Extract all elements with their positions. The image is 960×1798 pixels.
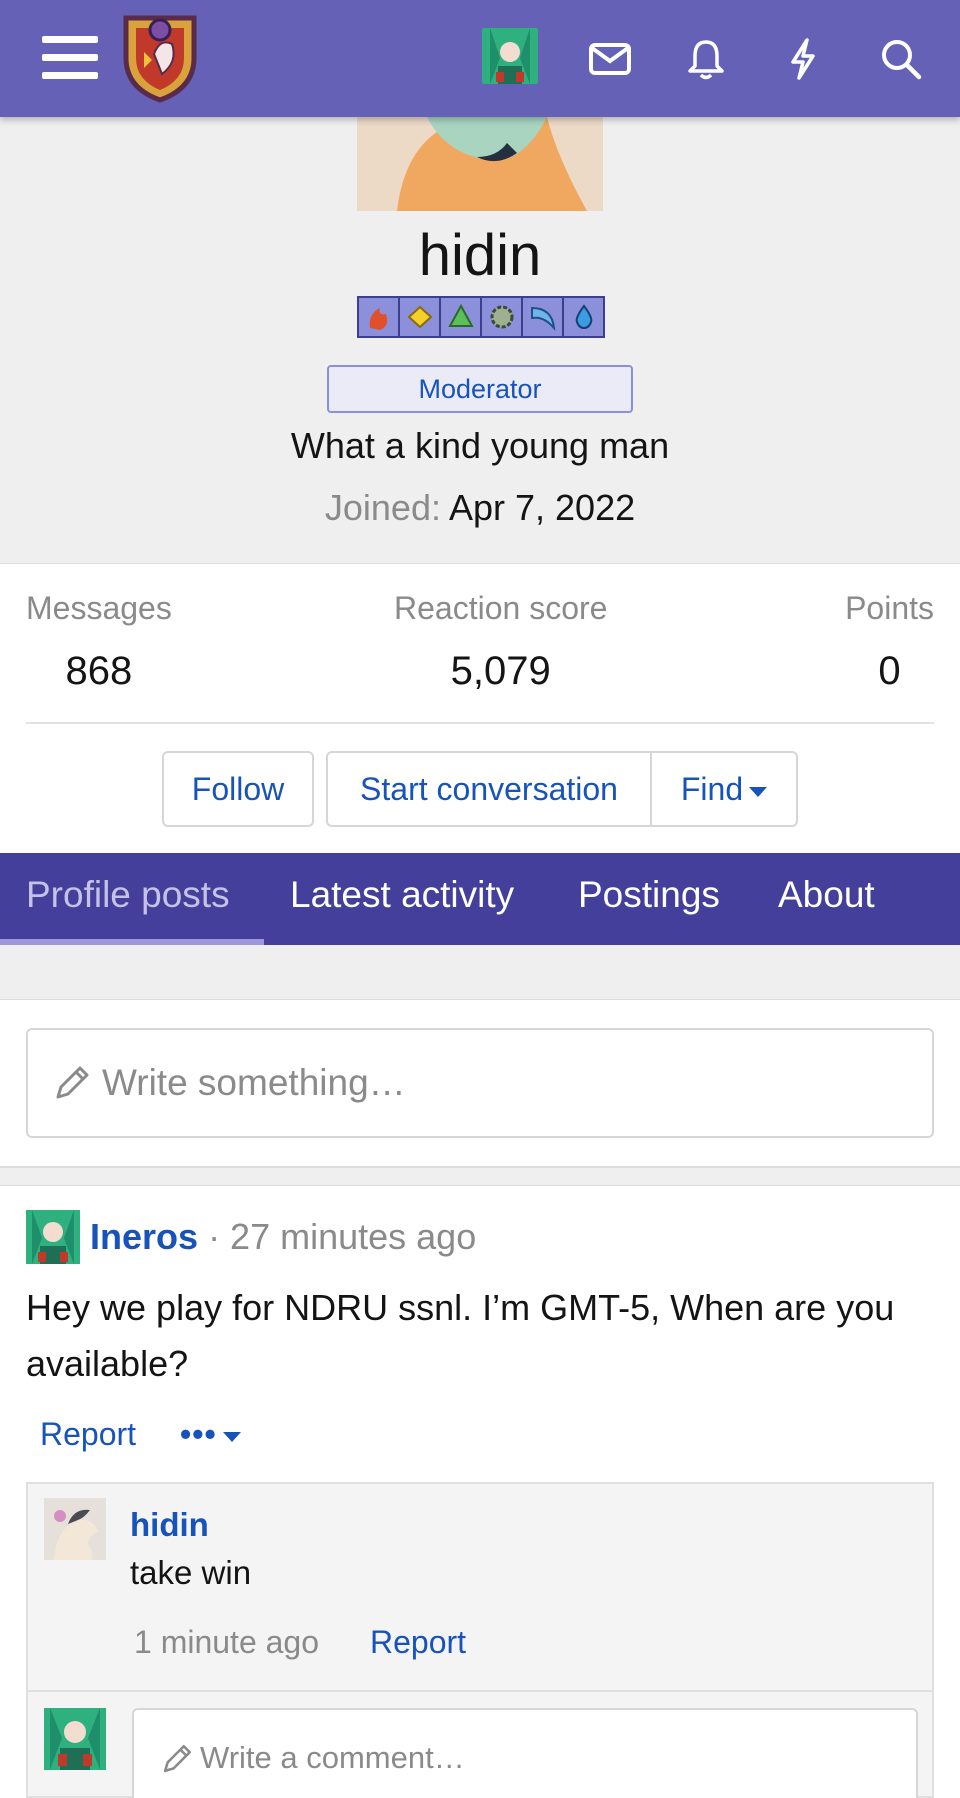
grass-badge-icon [439, 296, 482, 338]
write-comment-input[interactable]: Write a comment… [132, 1708, 918, 1798]
menu-icon[interactable] [14, 18, 98, 100]
comment-author-avatar[interactable] [44, 1498, 106, 1560]
tab-about[interactable]: About [778, 853, 875, 945]
write-something-placeholder: Write something… [102, 1062, 406, 1103]
profile-header: hidin Moderator What a kind young man Jo… [0, 117, 960, 564]
tab-profile-posts[interactable]: Profile posts [0, 853, 264, 945]
water-badge-icon [562, 296, 605, 338]
find-button[interactable]: Find [652, 753, 796, 825]
section-divider [0, 1168, 960, 1186]
top-navigation-bar [0, 0, 960, 117]
write-comment-placeholder: Write a comment… [200, 1740, 465, 1775]
stat-reaction-score[interactable]: Reaction score 5,079 [394, 590, 607, 694]
comment-text: take win [130, 1554, 252, 1591]
profile-stats: Messages 868 Reaction score 5,079 Points… [26, 590, 934, 724]
stat-messages-value: 868 [65, 649, 133, 693]
follow-button[interactable]: Follow [162, 751, 314, 827]
stat-reaction-value: 5,079 [450, 649, 551, 693]
stat-points-value: 0 [878, 649, 901, 693]
tab-postings[interactable]: Postings [578, 853, 720, 945]
more-options-button[interactable]: ••• [180, 1416, 241, 1453]
stat-points[interactable]: Points 0 [845, 590, 934, 694]
envelope-icon[interactable] [569, 18, 651, 100]
custom-title: What a kind young man [290, 425, 670, 466]
write-something-input[interactable]: Write something… [26, 1028, 934, 1138]
profile-username: hidin [418, 223, 542, 288]
bell-icon[interactable] [665, 18, 747, 100]
post-report-link[interactable]: Report [40, 1416, 136, 1453]
find-label: Find [680, 771, 744, 807]
gym-badges [357, 296, 605, 338]
stat-reaction-label: Reaction score [394, 590, 608, 626]
user-avatar[interactable] [482, 28, 538, 84]
bolt-icon[interactable] [762, 18, 844, 100]
profile-avatar[interactable] [357, 117, 603, 211]
current-user-avatar [44, 1708, 106, 1770]
divider [28, 1690, 932, 1692]
post-header: Ineros · 27 minutes ago [90, 1216, 476, 1258]
profile-tabs: Profile posts Latest activity Postings A… [0, 853, 960, 945]
chevron-down-icon [749, 786, 768, 797]
pencil-icon [163, 1744, 192, 1773]
joined-value: Apr 7, 2022 [448, 487, 636, 528]
wing-badge-icon [521, 296, 564, 338]
fire-badge-icon [357, 296, 400, 338]
joined-date: Joined: Apr 7, 2022 [0, 487, 960, 529]
pencil-icon [56, 1066, 89, 1099]
stat-points-label: Points [845, 590, 934, 626]
moderator-badge: Moderator [327, 365, 633, 413]
post-actions: Report ••• [40, 1416, 241, 1453]
profile-post-composer: Write something… [0, 1000, 960, 1168]
post-author-avatar[interactable] [26, 1210, 80, 1264]
post-author-link[interactable]: Ineros [90, 1216, 198, 1257]
start-conversation-button[interactable]: Start conversation [328, 753, 652, 825]
stat-messages[interactable]: Messages 868 [26, 590, 172, 694]
electric-badge-icon [398, 296, 441, 338]
comment-timestamp[interactable]: 1 minute ago [134, 1624, 319, 1661]
section-divider [0, 945, 960, 1000]
gear-badge-icon [480, 296, 523, 338]
joined-label: Joined: [324, 487, 441, 528]
tab-latest-activity[interactable]: Latest activity [290, 853, 514, 945]
search-icon[interactable] [860, 18, 942, 100]
profile-action-group: Start conversation Find [326, 751, 798, 827]
post-body: Hey we play for NDRU ssnl. I’m GMT-5, Wh… [26, 1287, 895, 1384]
chevron-down-icon [222, 1431, 241, 1442]
comment-thread: hidin take win 1 minute ago Report Write… [26, 1482, 934, 1798]
more-dots-label: ••• [180, 1416, 217, 1452]
post-timestamp[interactable]: · 27 minutes ago [208, 1216, 476, 1257]
site-logo[interactable] [118, 8, 202, 104]
comment-report-link[interactable]: Report [370, 1624, 466, 1661]
comment-author-link[interactable]: hidin [130, 1506, 209, 1544]
stat-messages-label: Messages [26, 590, 172, 626]
